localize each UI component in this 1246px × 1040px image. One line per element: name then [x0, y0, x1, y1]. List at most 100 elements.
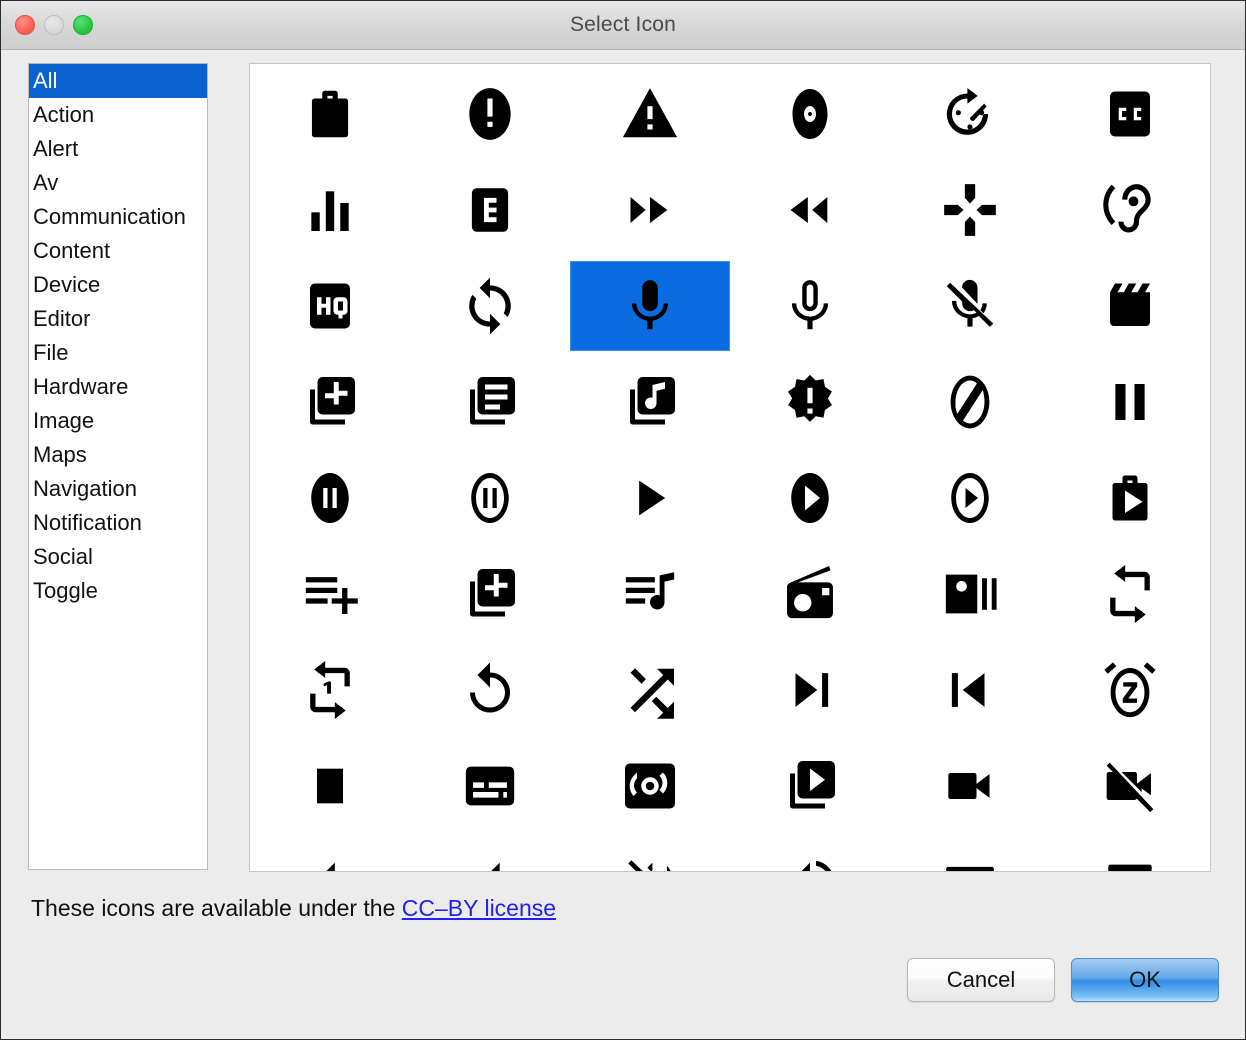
play-circle-outline-icon[interactable] — [890, 450, 1050, 546]
library-books-icon[interactable] — [410, 354, 570, 450]
pause-circle-outline-glyph — [410, 453, 570, 543]
web-icon[interactable] — [890, 834, 1050, 872]
icon-grid-panel[interactable] — [249, 63, 1211, 872]
replay-icon[interactable] — [410, 642, 570, 738]
pause-circle-outline-icon[interactable] — [410, 450, 570, 546]
not-interested-icon[interactable] — [890, 354, 1050, 450]
category-item-hardware[interactable]: Hardware — [29, 370, 207, 404]
category-item-navigation[interactable]: Navigation — [29, 472, 207, 506]
repeat-one-glyph — [250, 645, 410, 735]
web-asset-icon[interactable] — [1050, 834, 1210, 872]
new-releases-icon[interactable] — [730, 354, 890, 450]
category-item-file[interactable]: File — [29, 336, 207, 370]
title-bar[interactable]: Select Icon — [1, 1, 1245, 50]
category-item-communication[interactable]: Communication — [29, 200, 207, 234]
play-circle-filled-glyph — [730, 453, 890, 543]
videocam-icon[interactable] — [890, 738, 1050, 834]
license-notice: These icons are available under the CC–B… — [31, 895, 556, 922]
category-item-av[interactable]: Av — [29, 166, 207, 200]
error-glyph — [410, 69, 570, 159]
movie-icon[interactable] — [1050, 258, 1210, 354]
category-item-all[interactable]: All — [29, 64, 207, 98]
mic-glyph — [570, 261, 730, 351]
repeat-one-icon[interactable] — [250, 642, 410, 738]
skip-previous-glyph — [890, 645, 1050, 735]
loop-icon[interactable] — [410, 258, 570, 354]
category-item-maps[interactable]: Maps — [29, 438, 207, 472]
play-circle-filled-icon[interactable] — [730, 450, 890, 546]
volume-off-icon[interactable] — [570, 834, 730, 872]
category-item-editor[interactable]: Editor — [29, 302, 207, 336]
close-button-icon[interactable] — [15, 15, 35, 35]
category-item-notification[interactable]: Notification — [29, 506, 207, 540]
queue-icon[interactable] — [410, 546, 570, 642]
av-timer-icon[interactable] — [890, 66, 1050, 162]
library-music-icon[interactable] — [570, 354, 730, 450]
library-add-glyph — [250, 357, 410, 447]
ok-button[interactable]: OK — [1071, 958, 1219, 1002]
volume-down-icon[interactable] — [250, 834, 410, 872]
stop-icon[interactable] — [250, 738, 410, 834]
hearing-icon[interactable] — [1050, 162, 1210, 258]
playlist-add-icon[interactable] — [250, 546, 410, 642]
category-list[interactable]: All Action Alert Av Communication Conten… — [28, 63, 208, 870]
equalizer-icon[interactable] — [250, 162, 410, 258]
volume-up-icon[interactable] — [730, 834, 890, 872]
volume-off-glyph — [570, 837, 730, 872]
skip-next-icon[interactable] — [730, 642, 890, 738]
album-glyph — [730, 69, 890, 159]
pause-circle-filled-icon[interactable] — [250, 450, 410, 546]
closed-caption-icon[interactable] — [1050, 66, 1210, 162]
warning-icon[interactable] — [570, 66, 730, 162]
radio-icon[interactable] — [730, 546, 890, 642]
mic-icon[interactable] — [570, 258, 730, 354]
surround-sound-icon[interactable] — [570, 738, 730, 834]
games-icon[interactable] — [890, 162, 1050, 258]
queue-music-icon[interactable] — [570, 546, 730, 642]
pause-icon[interactable] — [1050, 354, 1210, 450]
cancel-button[interactable]: Cancel — [907, 958, 1055, 1002]
recent-actors-icon[interactable] — [890, 546, 1050, 642]
mic-none-icon[interactable] — [730, 258, 890, 354]
category-item-content[interactable]: Content — [29, 234, 207, 268]
shuffle-icon[interactable] — [570, 642, 730, 738]
videocam-off-icon[interactable] — [1050, 738, 1210, 834]
video-library-icon[interactable] — [730, 738, 890, 834]
library-add-icon[interactable] — [250, 354, 410, 450]
equalizer-glyph — [250, 165, 410, 255]
play-circle-outline-glyph — [890, 453, 1050, 543]
category-item-action[interactable]: Action — [29, 98, 207, 132]
snooze-glyph — [1050, 645, 1210, 735]
skip-previous-icon[interactable] — [890, 642, 1050, 738]
select-icon-dialog: Select Icon All Action Alert Av Communic… — [0, 0, 1246, 1040]
fast-forward-icon[interactable] — [570, 162, 730, 258]
snooze-icon[interactable] — [1050, 642, 1210, 738]
volume-mute-icon[interactable] — [410, 834, 570, 872]
error-icon[interactable] — [410, 66, 570, 162]
zoom-button-icon[interactable] — [73, 15, 93, 35]
play-arrow-glyph — [570, 453, 730, 543]
album-icon[interactable] — [730, 66, 890, 162]
fast-rewind-icon[interactable] — [730, 162, 890, 258]
dialog-button-bar: Cancel OK — [907, 958, 1219, 1002]
cc-by-license-link[interactable]: CC–BY license — [402, 895, 556, 921]
shuffle-glyph — [570, 645, 730, 735]
category-item-alert[interactable]: Alert — [29, 132, 207, 166]
category-item-social[interactable]: Social — [29, 540, 207, 574]
hq-icon[interactable] — [250, 258, 410, 354]
play-for-work-icon[interactable] — [1050, 450, 1210, 546]
skip-next-glyph — [730, 645, 890, 735]
explicit-icon[interactable] — [410, 162, 570, 258]
category-item-toggle[interactable]: Toggle — [29, 574, 207, 608]
business-center-icon[interactable] — [250, 66, 410, 162]
subtitles-icon[interactable] — [410, 738, 570, 834]
repeat-glyph — [1050, 549, 1210, 639]
category-item-image[interactable]: Image — [29, 404, 207, 438]
mic-off-icon[interactable] — [890, 258, 1050, 354]
volume-up-glyph — [730, 837, 890, 872]
minimize-button-icon[interactable] — [44, 15, 64, 35]
category-item-device[interactable]: Device — [29, 268, 207, 302]
playlist-add-glyph — [250, 549, 410, 639]
repeat-icon[interactable] — [1050, 546, 1210, 642]
play-arrow-icon[interactable] — [570, 450, 730, 546]
